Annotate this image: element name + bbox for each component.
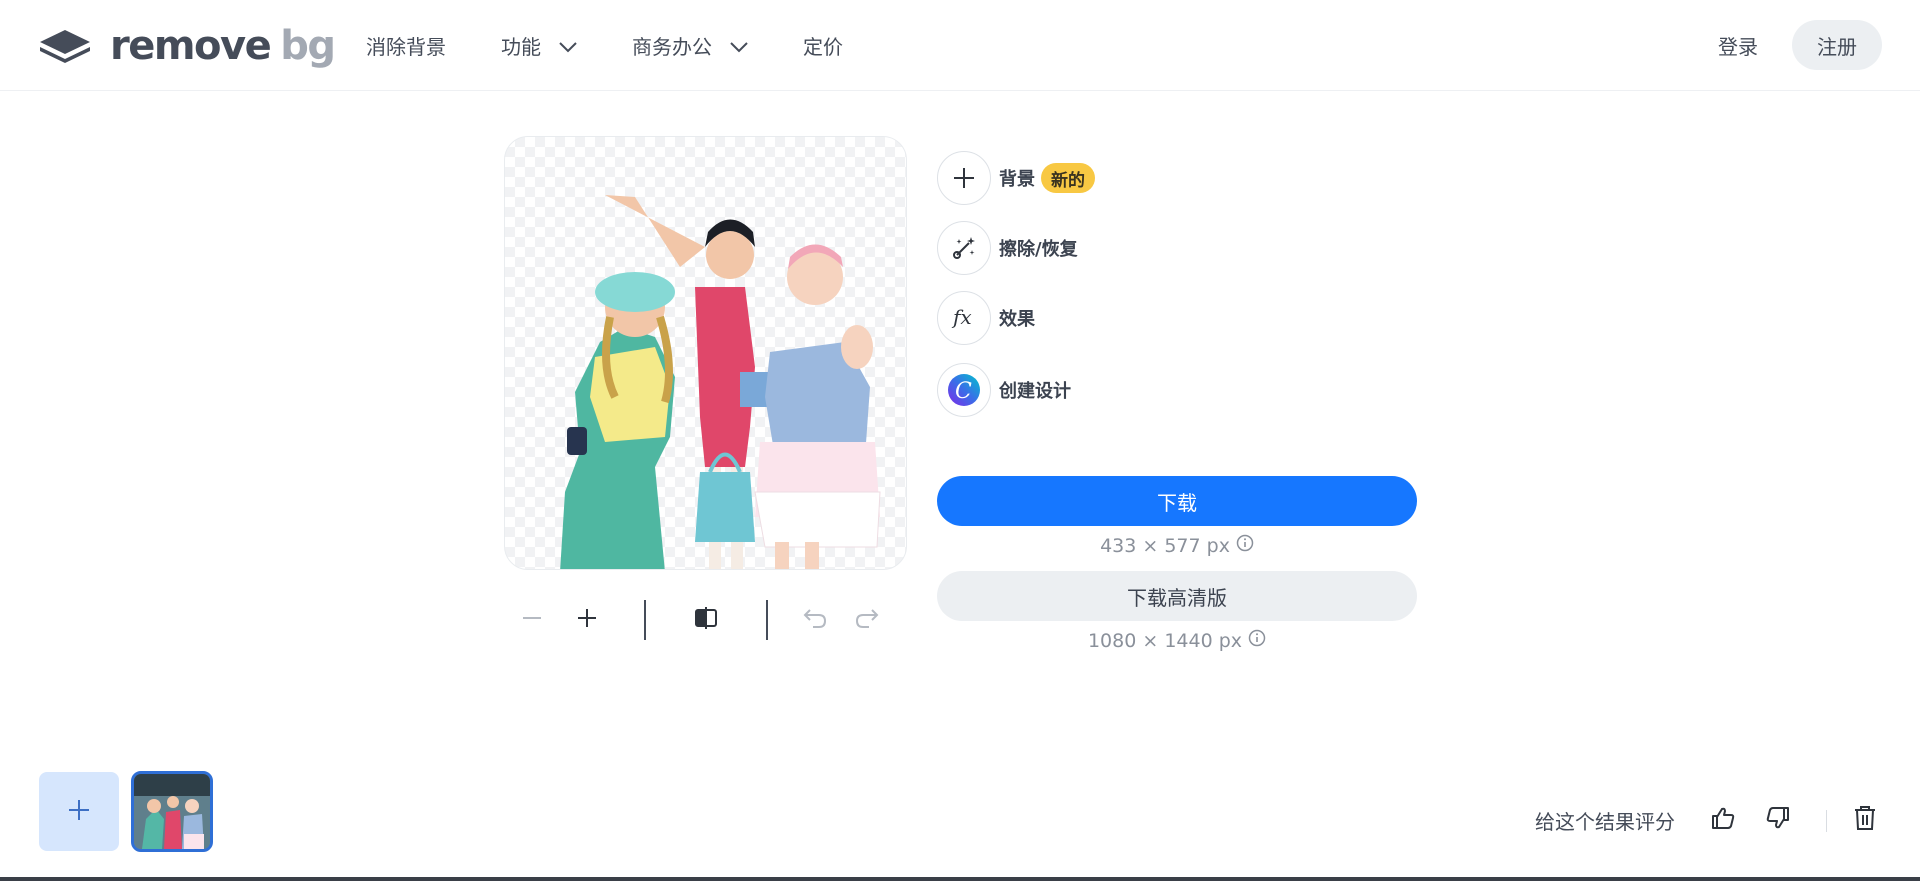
removebg-logo[interactable]: remove bg xyxy=(38,23,336,69)
logo-word-remove: remove xyxy=(110,23,272,69)
compare-icon xyxy=(694,606,718,634)
nav-item-pricing[interactable]: 定价 xyxy=(803,31,843,60)
footer-divider xyxy=(1826,810,1827,832)
compare-button[interactable] xyxy=(686,600,726,640)
download-hd-button[interactable]: 下载高清版 xyxy=(937,571,1417,621)
svg-text:fx: fx xyxy=(951,306,972,329)
chevron-down-icon xyxy=(730,34,748,58)
thumbs-up-icon xyxy=(1710,805,1736,835)
nav-item-label: 消除背景 xyxy=(366,35,446,59)
toolbar-divider xyxy=(766,600,768,640)
login-link[interactable]: 登录 xyxy=(1718,31,1758,60)
redo-button[interactable] xyxy=(848,600,888,640)
thumbs-down-button[interactable] xyxy=(1758,800,1798,840)
nav-item-remove-background[interactable]: 消除背景 xyxy=(366,31,446,60)
zoom-out-icon xyxy=(521,607,543,633)
redo-icon xyxy=(855,607,881,633)
nav-item-label: 定价 xyxy=(803,35,843,59)
tool-label: 擦除/恢复 xyxy=(999,239,1078,260)
download-hd-size-info: 1080 × 1440 px xyxy=(937,629,1417,652)
info-icon[interactable] xyxy=(1248,629,1266,652)
top-header: remove bg 消除背景 功能 商务办公 定价 登录 注册 xyxy=(0,0,1920,91)
toolbar-divider xyxy=(644,600,646,640)
cutout-image xyxy=(560,195,881,569)
download-button[interactable]: 下载 xyxy=(937,476,1417,526)
rate-result-label: 给这个结果评分 xyxy=(1535,810,1675,834)
main-nav: 消除背景 功能 商务办公 定价 xyxy=(366,0,898,91)
magic-brush-icon xyxy=(937,221,991,275)
trash-icon xyxy=(1853,805,1877,835)
tool-label: 背景 xyxy=(999,169,1035,190)
window-bottom-edge xyxy=(0,877,1920,881)
tool-background[interactable]: 背景 新的 xyxy=(937,151,1095,205)
info-icon[interactable] xyxy=(1236,534,1254,557)
thumbnail-image xyxy=(134,774,210,849)
logo-mark-icon xyxy=(38,26,92,66)
tool-label: 效果 xyxy=(999,309,1035,330)
undo-button[interactable] xyxy=(794,600,834,640)
zoom-in-button[interactable] xyxy=(567,600,607,640)
preview-toolbar xyxy=(504,600,907,640)
nav-item-label: 商务办公 xyxy=(632,35,712,59)
zoom-out-button[interactable] xyxy=(512,600,552,640)
download-hd-size-text: 1080 × 1440 px xyxy=(1087,629,1243,652)
download-size-info: 433 × 577 px xyxy=(937,534,1417,557)
plus-icon xyxy=(68,799,90,825)
svg-text:C: C xyxy=(955,379,972,404)
tool-label: 创建设计 xyxy=(999,381,1071,402)
delete-button[interactable] xyxy=(1845,800,1885,840)
image-thumbnail[interactable] xyxy=(131,771,213,852)
thumbs-down-icon xyxy=(1765,805,1791,835)
fx-icon: fx xyxy=(937,291,991,345)
zoom-in-icon xyxy=(576,607,598,633)
chevron-down-icon xyxy=(559,34,577,58)
tool-erase-restore[interactable]: 擦除/恢复 xyxy=(937,221,1078,275)
tool-effects[interactable]: fx 效果 xyxy=(937,291,1035,345)
add-image-button[interactable] xyxy=(39,772,119,851)
tool-create-design[interactable]: C 创建设计 xyxy=(937,363,1071,417)
plus-icon xyxy=(937,151,991,205)
canva-logo-icon: C xyxy=(937,363,991,417)
undo-icon xyxy=(801,607,827,633)
new-badge: 新的 xyxy=(1041,163,1095,193)
logo-word-bg: bg xyxy=(280,23,336,69)
thumbs-up-button[interactable] xyxy=(1703,800,1743,840)
signup-button[interactable]: 注册 xyxy=(1792,20,1882,70)
download-size-text: 433 × 577 px xyxy=(1100,534,1230,557)
nav-item-business[interactable]: 商务办公 xyxy=(632,31,748,60)
nav-item-features[interactable]: 功能 xyxy=(501,31,577,60)
auth-actions: 登录 注册 xyxy=(1718,20,1882,70)
result-image-preview xyxy=(504,136,907,570)
nav-item-label: 功能 xyxy=(501,35,541,59)
